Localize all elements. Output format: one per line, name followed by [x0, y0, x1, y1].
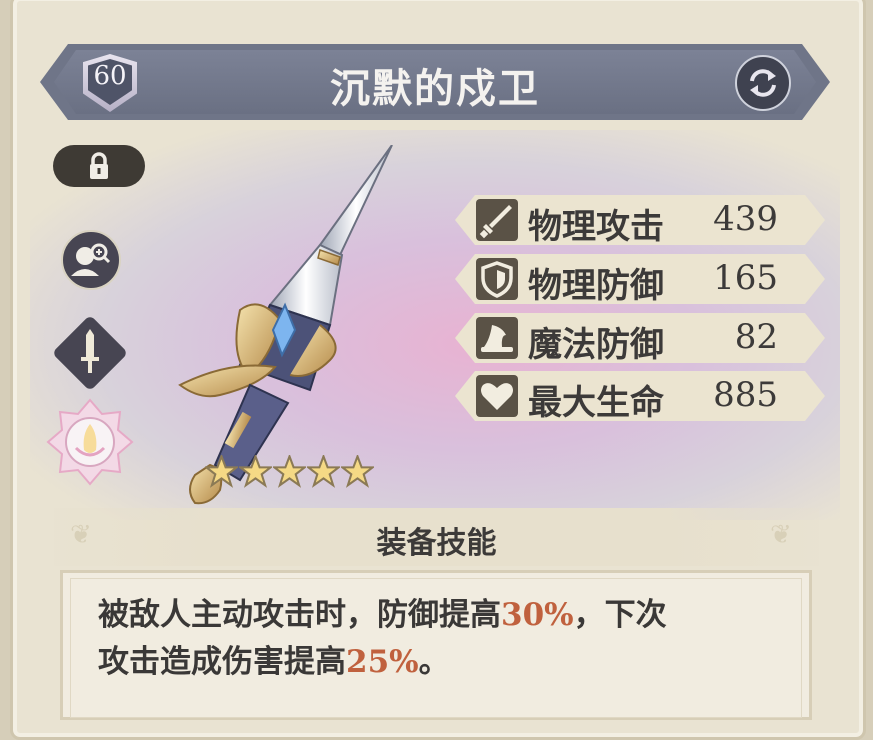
stat-value: 439 [713, 199, 778, 239]
lock-icon [90, 152, 108, 179]
stat-label: 物理攻击 [528, 207, 664, 247]
desc-text: 攻击造成伤害提高 [98, 644, 346, 680]
desc-text: ，下次 [573, 597, 667, 633]
heart-icon [476, 375, 518, 417]
star-icon [341, 455, 374, 488]
sword-type-icon [81, 329, 99, 373]
damage-bonus-value: 25% [346, 644, 419, 680]
skill-emblem-icon [46, 398, 134, 486]
equipment-name: 沉默的戍卫 [330, 65, 540, 112]
sword-icon [476, 199, 518, 241]
lock-button[interactable] [53, 145, 145, 187]
character-search-icon [71, 243, 111, 276]
character-search-button[interactable] [61, 230, 121, 290]
stat-label: 最大生命 [528, 383, 664, 423]
swap-icon [750, 69, 776, 97]
desc-text: 被敌人主动攻击时，防御提高 [98, 597, 501, 633]
star-icon [239, 455, 272, 488]
desc-text: 。 [418, 644, 450, 680]
rarity-stars [205, 455, 375, 492]
swap-button[interactable] [735, 55, 791, 111]
star-icon [205, 455, 238, 488]
stat-value: 885 [713, 375, 778, 415]
star-icon [307, 455, 340, 488]
star-icon [273, 455, 306, 488]
stat-label: 物理防御 [528, 266, 664, 306]
level-value: 60 [93, 61, 127, 91]
shield-icon [476, 258, 518, 300]
wizard-hat-icon [476, 317, 518, 359]
stat-value: 82 [734, 317, 778, 357]
skill-description: 被敌人主动攻击时，防御提高30%，下次攻击造成伤害提高25%。 [98, 592, 778, 686]
skill-header: 装备技能 [376, 526, 497, 561]
stat-label: 魔法防御 [528, 325, 664, 365]
defense-bonus-value: 30% [501, 597, 574, 633]
stat-value: 165 [713, 258, 778, 298]
